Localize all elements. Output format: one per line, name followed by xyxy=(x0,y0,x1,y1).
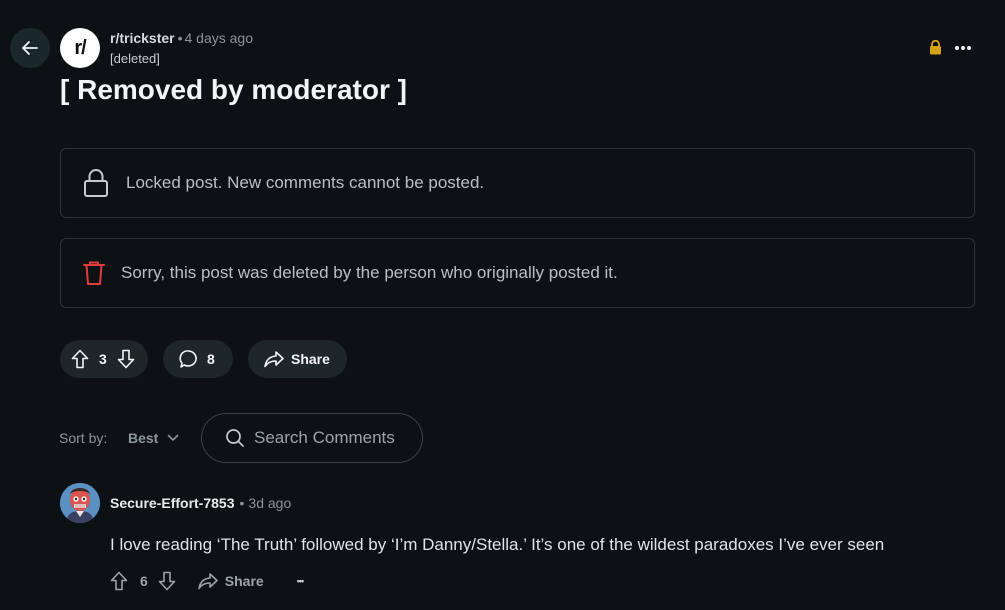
post-author: [deleted] xyxy=(110,51,160,66)
meta-separator: • xyxy=(239,495,245,511)
back-button[interactable] xyxy=(10,28,50,68)
lock-icon xyxy=(84,169,108,197)
search-icon xyxy=(226,429,244,447)
post-vote-bar: 3 xyxy=(60,340,148,378)
subreddit-avatar[interactable]: r/ xyxy=(60,28,100,68)
subreddit-name[interactable]: r/trickster xyxy=(110,30,175,46)
locked-notice: Locked post. New comments cannot be post… xyxy=(60,148,975,218)
downvote-button[interactable] xyxy=(116,349,136,369)
comment-share-button[interactable]: Share xyxy=(197,572,264,590)
sort-dropdown[interactable]: Best xyxy=(122,424,185,452)
share-icon xyxy=(197,573,218,590)
downvote-icon xyxy=(158,571,176,591)
lock-icon xyxy=(930,39,941,55)
comment-time: 3d ago xyxy=(248,495,292,511)
upvote-icon xyxy=(110,571,128,591)
avatar[interactable] xyxy=(60,483,100,523)
comment-author[interactable]: Secure-Effort-7853 xyxy=(110,495,235,511)
comment-body: I love reading ‘The Truth’ followed by ‘… xyxy=(110,535,885,554)
comment-vote-count: 6 xyxy=(140,573,148,589)
deleted-notice-text: Sorry, this post was deleted by the pers… xyxy=(121,263,618,282)
locked-notice-text: Locked post. New comments cannot be post… xyxy=(126,173,485,192)
downvote-icon xyxy=(117,349,135,369)
comment-meta: Secure-Effort-7853 • 3d ago xyxy=(110,495,291,511)
avatar-image xyxy=(60,483,100,523)
comment-actions: 6 Share ••• xyxy=(104,566,305,596)
post-title: [ Removed by moderator ] xyxy=(60,74,407,105)
sort-label: Sort by: xyxy=(59,430,108,446)
comments-button[interactable]: 8 xyxy=(163,340,233,378)
upvote-icon xyxy=(71,349,89,369)
share-icon xyxy=(264,351,284,368)
share-label: Share xyxy=(291,351,330,367)
meta-separator: • xyxy=(177,30,183,46)
share-button[interactable]: Share xyxy=(248,340,347,378)
comment-more-label: ••• xyxy=(296,576,305,586)
subreddit-icon-text: r/ xyxy=(74,36,86,59)
search-input[interactable] xyxy=(254,428,414,448)
comment-icon xyxy=(179,350,197,368)
chevron-down-icon xyxy=(168,434,179,441)
comment-downvote-button[interactable] xyxy=(152,566,182,596)
comment-search[interactable] xyxy=(201,413,423,463)
more-icon xyxy=(955,46,971,50)
upvote-button[interactable] xyxy=(70,349,90,369)
comment-upvote-button[interactable] xyxy=(104,566,134,596)
post-vote-count: 3 xyxy=(99,351,107,367)
comment-share-label: Share xyxy=(224,573,264,589)
comment-more-button[interactable]: ••• xyxy=(296,576,305,586)
deleted-notice: Sorry, this post was deleted by the pers… xyxy=(60,238,975,308)
trash-icon xyxy=(83,261,105,285)
locked-indicator xyxy=(929,39,942,60)
sort-value: Best xyxy=(128,430,159,446)
comment-count: 8 xyxy=(207,351,215,367)
post-time: 4 days ago xyxy=(184,30,254,46)
arrow-left-icon xyxy=(22,41,38,55)
post-meta: r/trickster • 4 days ago xyxy=(110,30,253,46)
more-options-button[interactable] xyxy=(953,38,973,58)
